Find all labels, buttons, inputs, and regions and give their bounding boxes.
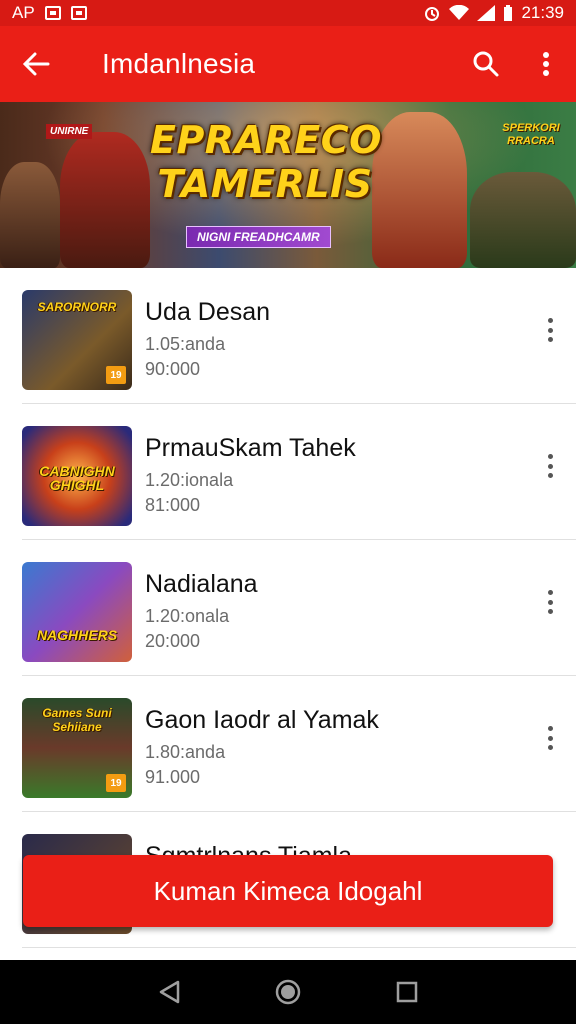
signal-icon — [477, 5, 496, 21]
search-icon — [473, 51, 499, 77]
hero-figure-left — [0, 162, 60, 268]
game-thumbnail: NAGHHERS — [22, 562, 132, 662]
list-item[interactable]: CABNIGHN GHIGHL PrmauSkam Tahek 1.20:ion… — [22, 404, 576, 540]
more-vert-icon — [547, 590, 553, 595]
game-title: Nadialana — [145, 570, 258, 598]
item-overflow-menu[interactable] — [538, 588, 562, 616]
triangle-back-icon — [160, 980, 180, 1004]
hero-figure-knight — [60, 132, 150, 268]
square-recents-icon — [396, 981, 417, 1003]
circle-home-icon — [275, 979, 301, 1005]
banner-subtitle: NIGNI FREADHCAMR — [186, 226, 331, 248]
more-vert-icon — [543, 52, 549, 76]
more-vert-icon — [547, 454, 553, 459]
age-rating-badge: 19 — [106, 366, 126, 384]
game-downloads: 1.80:anda — [145, 742, 226, 762]
overflow-menu-button[interactable] — [516, 26, 576, 102]
back-button[interactable] — [0, 26, 72, 102]
item-overflow-menu[interactable] — [538, 316, 562, 344]
game-title: Uda Desan — [145, 298, 271, 326]
hero-figure-right — [470, 172, 576, 268]
thumbnail-label: SARORNORR — [37, 300, 117, 314]
list-item[interactable]: SARORNORR 19 Uda Desan 1.05:anda 90:000 — [22, 268, 576, 404]
nav-home-button[interactable] — [268, 972, 308, 1012]
page-title: Imdanlnesia — [102, 48, 256, 79]
banner-title-line1: EPRARECO — [150, 118, 382, 162]
wifi-icon — [449, 5, 470, 20]
search-button[interactable] — [456, 26, 516, 102]
nav-recents-button[interactable] — [387, 972, 427, 1012]
system-nav-bar — [0, 960, 576, 1024]
game-downloads: 1.20:ionala — [145, 470, 234, 490]
thumbnail-label: CABNIGHN GHIGHL — [39, 463, 115, 493]
more-vert-icon — [547, 726, 553, 731]
game-count: 20:000 — [145, 631, 201, 651]
primary-action-button[interactable]: Kuman Kimeca Idogahl — [23, 855, 553, 927]
app-bar: Imdanlnesia — [0, 26, 576, 102]
game-thumbnail: SARORNORR 19 — [22, 290, 132, 390]
status-bar: AP 21:39 — [0, 0, 576, 26]
item-overflow-menu[interactable] — [538, 724, 562, 752]
app-notification-icon — [70, 6, 87, 20]
arrow-left-icon — [22, 52, 50, 76]
banner-badge-left: UNIRNE — [46, 124, 93, 139]
game-thumbnail: Games Suni Sehiiane 19 — [22, 698, 132, 798]
game-count: 90:000 — [145, 359, 201, 379]
game-thumbnail: CABNIGHN GHIGHL — [22, 426, 132, 526]
hero-figure-warrior — [372, 112, 467, 268]
game-count: 81:000 — [145, 495, 201, 515]
banner-title-line2: TAMERLIS — [157, 162, 373, 206]
game-title: PrmauSkam Tahek — [145, 434, 356, 462]
banner-title: EPRARECO TAMERLIS — [150, 118, 382, 206]
age-rating-badge: 19 — [106, 774, 126, 792]
game-count: 91.000 — [145, 767, 201, 787]
status-time: 21:39 — [521, 3, 564, 22]
game-downloads: 1.20:onala — [145, 606, 230, 626]
more-vert-icon — [547, 318, 553, 323]
banner-badge-right: SPERKORI RRACRA — [502, 122, 560, 147]
thumbnail-label: NAGHHERS — [36, 627, 118, 643]
list-item[interactable]: NAGHHERS Nadialana 1.20:onala 20:000 — [22, 540, 576, 676]
game-title: Gaon Iaodr al Yamak — [145, 706, 379, 734]
image-notification-icon — [44, 6, 61, 20]
featured-banner[interactable]: UNIRNE EPRARECO TAMERLIS NIGNI FREADHCAM… — [0, 102, 576, 268]
list-item[interactable]: Games Suni Sehiiane 19 Gaon Iaodr al Yam… — [22, 676, 576, 812]
thumbnail-label: Games Suni Sehiiane — [42, 706, 112, 734]
game-downloads: 1.05:anda — [145, 334, 226, 354]
alarm-icon — [425, 7, 440, 21]
item-overflow-menu[interactable] — [538, 452, 562, 480]
nav-back-button[interactable] — [149, 972, 189, 1012]
status-app-label: AP — [12, 3, 35, 22]
battery-icon — [504, 5, 513, 21]
